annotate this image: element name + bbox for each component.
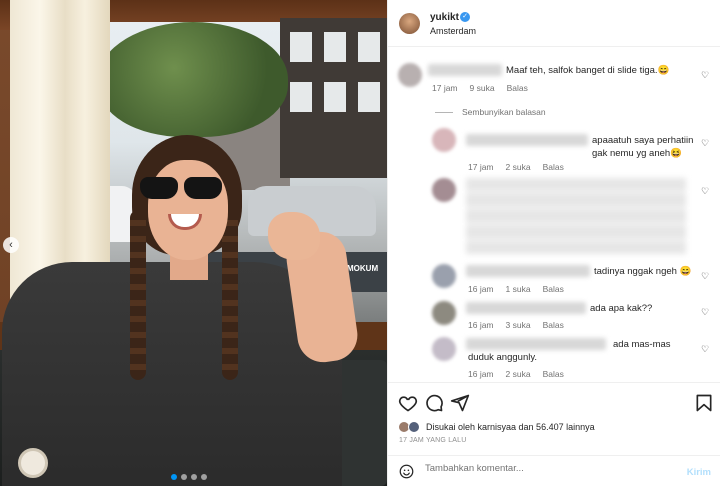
reply-button[interactable]: Balas: [543, 369, 564, 379]
comment-text: Maaf teh, salfok banget di slide tiga.😄: [506, 65, 670, 76]
sunglasses: [140, 177, 224, 201]
commenter-name-blurred[interactable]: [466, 134, 588, 146]
avatar: [408, 421, 420, 433]
reply-text: ada mas-mas duduk anggunly.: [468, 339, 671, 363]
bookmark-icon[interactable]: [694, 393, 714, 413]
avatar[interactable]: [399, 13, 420, 34]
reply-text: ada apa kak??: [590, 303, 653, 314]
reply-time: 17 jam: [468, 162, 494, 172]
person-face: [148, 160, 228, 260]
avatar[interactable]: [398, 63, 422, 87]
reply-button[interactable]: Balas: [543, 320, 564, 330]
like-comment-heart-icon[interactable]: ♡: [701, 138, 709, 149]
avatar[interactable]: [432, 178, 456, 202]
comment-time: 17 jam: [432, 83, 458, 93]
post-actions: [388, 382, 720, 422]
reply-meta: 17 jam 2 suka Balas: [468, 162, 564, 172]
comment-icon[interactable]: [424, 393, 444, 413]
avatar[interactable]: [432, 264, 456, 288]
reply-button[interactable]: Balas: [543, 284, 564, 294]
carousel-dot: [201, 474, 207, 480]
carousel-dots: [171, 474, 207, 480]
reply-time: 16 jam: [468, 369, 494, 379]
emoji-icon[interactable]: [399, 464, 414, 479]
comment-bar: Kirim: [388, 455, 720, 486]
reply-button[interactable]: Balas: [507, 83, 528, 93]
reply-meta: 16 jam 1 suka Balas: [468, 284, 564, 294]
avatar[interactable]: [432, 128, 456, 152]
like-comment-heart-icon[interactable]: ♡: [701, 70, 709, 81]
carousel-dot: [171, 474, 177, 480]
share-icon[interactable]: [450, 393, 470, 413]
carousel-dot: [191, 474, 197, 480]
post-comment-button[interactable]: Kirim: [687, 467, 711, 478]
person-hand: [268, 212, 320, 260]
reply-likes[interactable]: 2 suka: [506, 369, 531, 379]
boat-sign: MOKUM: [347, 264, 379, 273]
verified-badge-icon: ✓: [460, 12, 470, 22]
chevron-left-icon[interactable]: ‹: [3, 237, 19, 253]
avatar[interactable]: [432, 301, 456, 325]
reply-likes[interactable]: 2 suka: [506, 162, 531, 172]
reply-text-part: apaaatuh saya perhatiin gak nemu yg aneh…: [592, 135, 694, 159]
commenter-name-blurred[interactable]: [466, 265, 590, 277]
post-time: 17 JAM YANG LALU: [399, 437, 467, 444]
post-photo[interactable]: MOKUM ‹: [0, 0, 387, 486]
reply-likes[interactable]: 3 suka: [506, 320, 531, 330]
carousel-dot: [181, 474, 187, 480]
tree: [98, 22, 288, 137]
reply-text-blurred: [466, 178, 686, 254]
building: [280, 18, 387, 178]
like-comment-heart-icon[interactable]: ♡: [701, 307, 709, 318]
like-comment-heart-icon[interactable]: ♡: [701, 344, 709, 355]
username[interactable]: yukikt: [430, 12, 459, 23]
comment-meta: 17 jam 9 suka Balas: [432, 83, 528, 93]
reply-meta: 16 jam 2 suka Balas: [468, 369, 564, 379]
heart-icon[interactable]: [398, 393, 418, 413]
likes-summary-row[interactable]: Disukai oleh karnisyaa dan 56.407 lainny…: [398, 421, 595, 433]
reply-text: tadinya nggak ngeh 😄: [594, 266, 692, 277]
replies-divider: [435, 112, 453, 113]
braid-right: [222, 210, 238, 380]
commenter-name-blurred[interactable]: [428, 64, 502, 76]
avatar[interactable]: [432, 337, 456, 361]
comment-input[interactable]: [425, 463, 675, 474]
like-comment-heart-icon[interactable]: ♡: [701, 186, 709, 197]
likes-summary[interactable]: Disukai oleh karnisyaa dan 56.407 lainny…: [426, 422, 595, 432]
hide-replies-button[interactable]: Sembunyikan balasan: [462, 107, 546, 117]
reply-time: 16 jam: [468, 284, 494, 294]
reply-time: 16 jam: [468, 320, 494, 330]
commenter-name-blurred[interactable]: [466, 302, 586, 314]
wristwatch: [18, 448, 48, 478]
post-side-panel: yukikt ✓ Amsterdam Maaf teh, salfok bang…: [387, 0, 720, 486]
reply-meta: 16 jam 3 suka Balas: [468, 320, 564, 330]
braid-left: [130, 210, 146, 380]
reply-likes[interactable]: 1 suka: [506, 284, 531, 294]
like-comment-heart-icon[interactable]: ♡: [701, 271, 709, 282]
comment-likes[interactable]: 9 suka: [470, 83, 495, 93]
location[interactable]: Amsterdam: [430, 26, 476, 36]
post-header: yukikt ✓ Amsterdam: [388, 0, 720, 47]
reply-button[interactable]: Balas: [543, 162, 564, 172]
